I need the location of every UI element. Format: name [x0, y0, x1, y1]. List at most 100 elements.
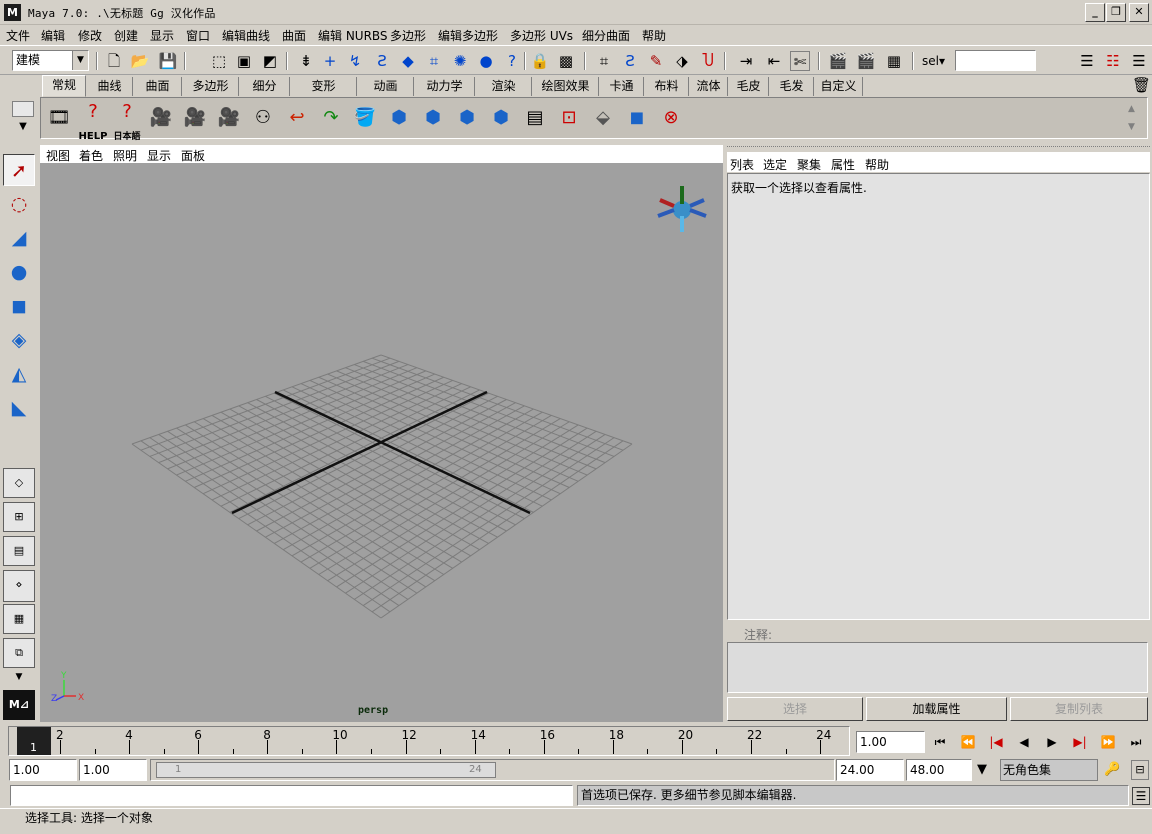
menu-modify[interactable]: 修改: [78, 27, 102, 44]
shelf-tab-dynamics[interactable]: 动力学: [415, 77, 475, 96]
menu-file[interactable]: 文件: [6, 27, 30, 44]
maximize-button[interactable]: ❐: [1106, 3, 1126, 22]
rendering-icon[interactable]: ●: [476, 51, 496, 71]
menu-edit-nurbs[interactable]: 编辑 NURBS: [318, 27, 388, 44]
select-component-icon[interactable]: ◩: [260, 51, 280, 71]
bend-icon[interactable]: ↩: [281, 101, 313, 135]
shelf-tab-general[interactable]: 常规: [42, 75, 86, 97]
menu-surfaces[interactable]: 曲面: [282, 27, 306, 44]
camera-aim-icon[interactable]: 🎥: [213, 101, 245, 135]
highlight-selection-icon[interactable]: ▩: [556, 51, 576, 71]
load-attributes-button[interactable]: 加载属性: [866, 697, 1007, 721]
show-tool-settings-icon[interactable]: ☰: [1129, 51, 1149, 71]
range-slider[interactable]: 1 24: [150, 759, 835, 781]
hierarchy-group-icon[interactable]: ⬢: [485, 101, 517, 135]
copy-tab-button[interactable]: 复制列表: [1010, 697, 1148, 721]
step-back-frame-icon[interactable]: |◀: [984, 731, 1008, 753]
menu-edit-curves[interactable]: 编辑曲线: [222, 27, 270, 44]
menu-polygons[interactable]: 多边形: [390, 27, 426, 44]
shelf-tab-custom[interactable]: 自定义: [815, 77, 863, 96]
four-view-layout-icon[interactable]: ⊞: [3, 502, 35, 532]
character-set-dropdown-icon[interactable]: ▼: [977, 762, 987, 777]
animation-prefs-icon[interactable]: ⊟: [1131, 760, 1149, 780]
snap-point-icon[interactable]: ✎: [646, 51, 666, 71]
make-live-icon[interactable]: Ⴎ: [698, 51, 718, 71]
hierarchy-tree-icon[interactable]: ⬢: [451, 101, 483, 135]
shelf-tab-paint-effects[interactable]: 绘图效果: [533, 77, 599, 96]
node-tree-icon[interactable]: ⊡: [553, 101, 585, 135]
menu-polygon-uvs[interactable]: 多边形 UVs: [510, 27, 573, 44]
play-forward-icon[interactable]: ▶: [1040, 731, 1064, 753]
character-set-field[interactable]: 无角色集: [1000, 759, 1098, 781]
current-frame-marker[interactable]: 1: [17, 727, 51, 755]
snap-view-plane-icon[interactable]: ⬗: [672, 51, 692, 71]
command-line-input[interactable]: [10, 785, 573, 806]
menu-subdiv-surfaces[interactable]: 细分曲面: [582, 27, 630, 44]
move-tool-icon[interactable]: ●: [3, 256, 35, 288]
menu-set-dropdown[interactable]: 建模 ▼: [12, 50, 89, 71]
play-backward-icon[interactable]: ◀: [1012, 731, 1036, 753]
ae-menu-attributes[interactable]: 属性: [831, 156, 855, 173]
shelf-scroll-up-icon[interactable]: ▲: [1128, 104, 1135, 114]
construction-history-icon[interactable]: ✄: [790, 51, 810, 71]
surfaces-icon[interactable]: ◆: [398, 51, 418, 71]
blue-cube-icon[interactable]: ◼: [621, 101, 653, 135]
current-time-field[interactable]: 1.00: [856, 731, 925, 753]
shelf-tab-animation[interactable]: 动画: [358, 77, 414, 96]
no-go-icon[interactable]: ⊗: [655, 101, 687, 135]
go-to-start-icon[interactable]: ⏮: [928, 731, 952, 753]
misc-icon[interactable]: ?: [502, 51, 522, 71]
range-slider-handle[interactable]: 1 24: [156, 762, 496, 778]
select-by-type-icon[interactable]: ⇟: [296, 51, 316, 71]
ipr-render-icon[interactable]: 🎬: [856, 51, 876, 71]
character-icon[interactable]: 🎥: [145, 101, 177, 135]
snap-curve-icon[interactable]: Ƨ: [620, 51, 640, 71]
ae-menu-list[interactable]: 列表: [730, 156, 754, 173]
viewport-menu-lighting[interactable]: 照明: [113, 147, 137, 164]
snap-grid-icon[interactable]: ⌗: [594, 51, 614, 71]
rotate-tool-icon[interactable]: ◼: [3, 290, 35, 322]
step-forward-frame-icon[interactable]: ▶|: [1068, 731, 1092, 753]
dynamics-icon[interactable]: ✺: [450, 51, 470, 71]
shelf-tab-hair[interactable]: 毛发: [770, 77, 814, 96]
character-red-icon[interactable]: 🎥: [179, 101, 211, 135]
close-button[interactable]: ✕: [1129, 3, 1149, 22]
layout-menu-arrow-icon[interactable]: ▼: [9, 672, 29, 686]
time-slider[interactable]: 1 2 4 6 8 10 12 14 16 18 20 22 24: [8, 726, 850, 756]
viewport-menu-show[interactable]: 显示: [147, 147, 171, 164]
auto-key-icon[interactable]: 🔑: [1104, 762, 1120, 777]
input-ops-icon[interactable]: ⇥: [736, 51, 756, 71]
viewport-menu-shading[interactable]: 着色: [79, 147, 103, 164]
ae-tear-off-line[interactable]: [727, 146, 1150, 150]
persp-graph-layout-icon[interactable]: ⋄: [3, 570, 35, 602]
shelf-tab-fur[interactable]: 毛皮: [729, 77, 769, 96]
show-channel-box-icon[interactable]: ☷: [1103, 51, 1123, 71]
shelf-tab-fluids[interactable]: 流体: [690, 77, 728, 96]
ae-menu-focus[interactable]: 聚集: [797, 156, 821, 173]
hypershade-layout-icon[interactable]: ▦: [3, 604, 35, 634]
menu-create[interactable]: 创建: [114, 27, 138, 44]
show-attribute-editor-icon[interactable]: ☰: [1077, 51, 1097, 71]
lasso-tool-icon[interactable]: ◌: [3, 188, 35, 220]
lock-selection-icon[interactable]: 🔒: [530, 51, 550, 71]
select-button[interactable]: 选择: [727, 697, 863, 721]
deformations-icon[interactable]: ⌗: [424, 51, 444, 71]
shelf-tab-subdivs[interactable]: 细分: [240, 77, 290, 96]
joints-icon[interactable]: ↯: [345, 51, 365, 71]
help-icon[interactable]: ? HELP: [77, 101, 109, 142]
playback-end-field[interactable]: 24.00: [836, 759, 904, 781]
step-back-key-icon[interactable]: ⏪: [956, 731, 980, 753]
menu-display[interactable]: 显示: [150, 27, 174, 44]
bucket-icon[interactable]: 🪣: [349, 101, 381, 135]
viewport-menu-panels[interactable]: 面板: [181, 147, 205, 164]
shelf-menu-button[interactable]: [12, 101, 34, 117]
menu-window[interactable]: 窗口: [186, 27, 210, 44]
shelf-tab-polygons[interactable]: 多边形: [183, 77, 239, 96]
save-scene-icon[interactable]: 💾: [158, 51, 178, 71]
notes-field[interactable]: [727, 642, 1148, 693]
show-manipulator-icon[interactable]: ◣: [3, 392, 35, 424]
script-editor-icon[interactable]: ☰: [1132, 787, 1150, 805]
help-japanese-icon[interactable]: ? 日本語: [111, 101, 143, 142]
binoculars-icon[interactable]: ⚇: [247, 101, 279, 135]
new-scene-icon[interactable]: 🗋: [104, 51, 124, 71]
